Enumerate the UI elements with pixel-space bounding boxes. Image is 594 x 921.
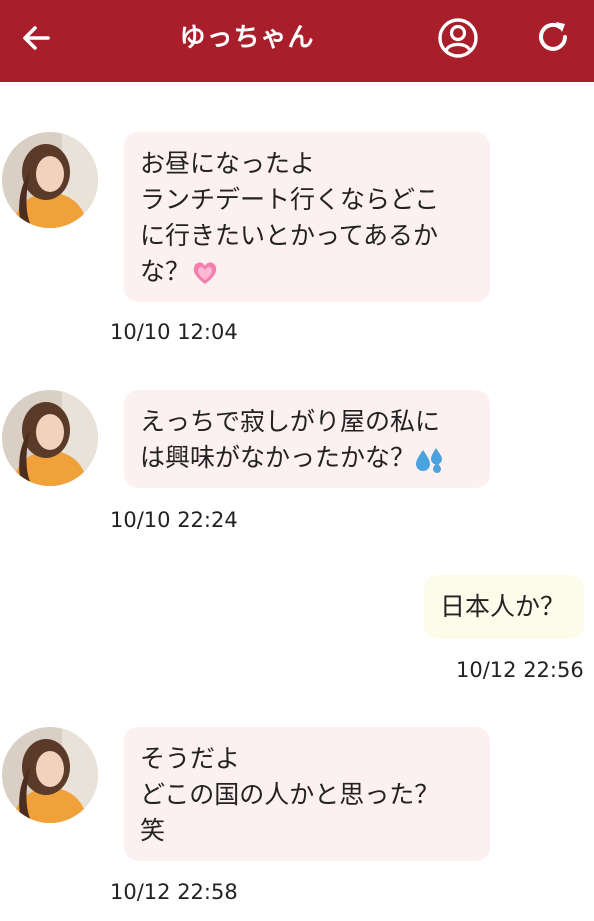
avatar[interactable] <box>2 727 98 823</box>
message-line: は興味がなかったかな？ <box>140 443 416 472</box>
avatar[interactable] <box>2 390 98 486</box>
heart-icon <box>193 262 217 284</box>
message-line: 日本人か？ <box>440 592 566 621</box>
message-line: な？ <box>140 257 191 286</box>
message-line: ランチデート行くならどこ <box>140 185 440 214</box>
chat-title: ゆっちゃん <box>179 23 315 53</box>
chat-bubble: 日本人か？ <box>424 575 584 639</box>
chat-bubble: えっちで寂しがり屋の私に は興味がなかったかな？ <box>124 390 490 488</box>
message-line: そうだよ <box>140 744 241 773</box>
message-timestamp: 10/12 22:58 <box>110 880 238 904</box>
app-header: ゆっちゃん <box>0 0 594 82</box>
message-timestamp: 10/12 22:56 <box>456 658 584 682</box>
message-line: に行きたいとかってあるか <box>140 221 439 250</box>
refresh-icon[interactable] <box>534 18 572 56</box>
message-line: 笑 <box>140 816 166 845</box>
avatar-image <box>2 132 98 228</box>
message-timestamp: 10/10 12:04 <box>110 320 238 344</box>
avatar[interactable] <box>2 132 98 228</box>
user-circle-icon[interactable] <box>436 16 480 60</box>
message-timestamp: 10/10 22:24 <box>110 508 238 532</box>
sweat-drops-icon <box>416 448 443 473</box>
message-line: えっちで寂しがり屋の私に <box>140 407 441 436</box>
chat-bubble: そうだよ どこの国の人かと思った？ 笑 <box>124 727 490 861</box>
message-line: お昼になったよ <box>140 149 316 178</box>
avatar-image <box>2 727 98 823</box>
chat-bubble: お昼になったよ ランチデート行くならどこ に行きたいとかってあるか な？ <box>124 132 490 302</box>
message-line: どこの国の人かと思った？ <box>140 780 440 809</box>
avatar-image <box>2 390 98 486</box>
